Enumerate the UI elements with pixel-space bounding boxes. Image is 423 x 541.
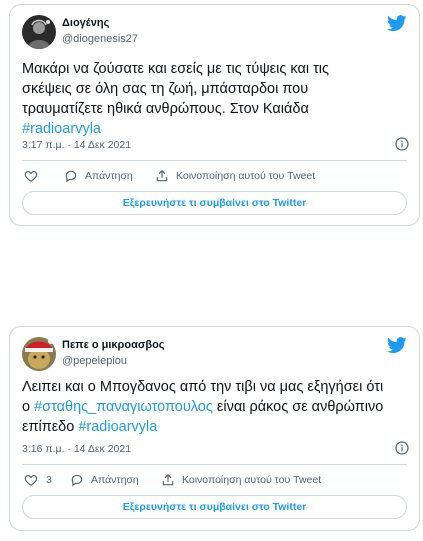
like-count: 3: [46, 474, 52, 486]
reply-button[interactable]: Απάντηση: [70, 471, 139, 489]
heart-icon: [24, 171, 38, 182]
diogenes-avatar-icon: [22, 15, 56, 49]
tweet-timestamp[interactable]: 3:17 π.μ. · 14 Δεκ 2021: [22, 139, 131, 151]
pepe-santa-hat-avatar-icon: [22, 337, 56, 371]
tweet-header: Διογένης @diogenesis27: [22, 15, 407, 51]
twitter-bird-icon[interactable]: [387, 15, 407, 32]
avatar[interactable]: [22, 15, 56, 49]
reply-icon: [71, 474, 83, 487]
share-label: Κοινοποίηση αυτού του Tweet: [176, 170, 316, 182]
reply-icon: [65, 170, 77, 183]
info-icon[interactable]: [395, 137, 409, 151]
tweet-actions: Απάντηση Κοινοποίηση αυτού του Tweet: [22, 167, 407, 185]
share-icon: [156, 169, 168, 182]
author-name[interactable]: Πεπε ο μικροασβος: [62, 339, 165, 351]
reply-label: Απάντηση: [85, 170, 133, 182]
author-name[interactable]: Διογένης: [62, 17, 109, 29]
tweet-timestamp[interactable]: 3:16 π.μ. · 14 Δεκ 2021: [22, 443, 131, 455]
tweet-header: Πεπε ο μικροασβος @pepelepiou: [22, 337, 407, 373]
tweet-text-fragment: είναι ράκος σε ανθρώπινο: [212, 399, 384, 415]
tweet-text-fragment: ο: [22, 399, 35, 415]
divider: [22, 160, 407, 161]
tweet-text-line: τραυματίζετε ηθικά ανθρώπους. Στον Καιάδ…: [22, 101, 309, 117]
avatar[interactable]: [22, 337, 56, 371]
share-icon: [162, 473, 174, 486]
hashtag-link[interactable]: #radioarvyla: [78, 419, 157, 435]
tweet-text-line: σκέψεις σε όλη σας τη ζωή, μπάσταρδοι πο…: [22, 81, 309, 97]
author-handle[interactable]: @pepelepiou: [62, 355, 127, 367]
tweet-embed[interactable]: Πεπε ο μικροασβος @pepelepiou Λειπει και…: [9, 326, 420, 531]
twitter-bird-icon[interactable]: [387, 337, 407, 354]
hashtag-link[interactable]: #σταθης_παναγιωτοπουλος: [34, 399, 213, 415]
tweet-text-line: Μακάρι να ζούσατε και εσείς με τις τύψει…: [22, 61, 330, 77]
tweet-actions: 3 Απάντηση Κοινοποίηση αυτού του Tweet: [22, 471, 407, 489]
share-button[interactable]: Κοινοποίηση αυτού του Tweet: [161, 471, 321, 489]
hashtag-link[interactable]: #radioarvyla: [22, 121, 101, 137]
tweet-embed[interactable]: Διογένης @diogenesis27 Μακάρι να ζούσατε…: [9, 4, 420, 226]
heart-icon: [24, 475, 38, 486]
tweet-text: Μακάρι να ζούσατε και εσείς με τις τύψει…: [22, 59, 407, 139]
reply-label: Απάντηση: [91, 474, 139, 486]
share-button[interactable]: Κοινοποίηση αυτού του Tweet: [155, 167, 315, 185]
reply-button[interactable]: Απάντηση: [64, 167, 133, 185]
tweet-text-fragment: επίπεδο: [22, 419, 79, 435]
like-button[interactable]: [24, 167, 46, 185]
share-label: Κοινοποίηση αυτού του Tweet: [182, 474, 322, 486]
tweet-text-line: επίπεδο #radioarvyla: [22, 417, 407, 437]
tweet-text-line: ο #σταθης_παναγιωτοπουλος είναι ράκος σε…: [22, 397, 407, 417]
divider: [22, 464, 407, 465]
info-icon[interactable]: [395, 441, 409, 455]
explore-twitter-button[interactable]: Εξερευνήστε τι συμβαίνει στο Twitter: [22, 191, 407, 215]
tweet-text: Λειπει και ο Μπογδανος από την τιβι να μ…: [22, 377, 407, 437]
author-handle[interactable]: @diogenesis27: [62, 33, 138, 45]
explore-twitter-button[interactable]: Εξερευνήστε τι συμβαίνει στο Twitter: [22, 495, 407, 519]
like-button[interactable]: 3: [24, 471, 52, 489]
tweet-text-line: Λειπει και ο Μπογδανος από την τιβι να μ…: [22, 379, 384, 395]
